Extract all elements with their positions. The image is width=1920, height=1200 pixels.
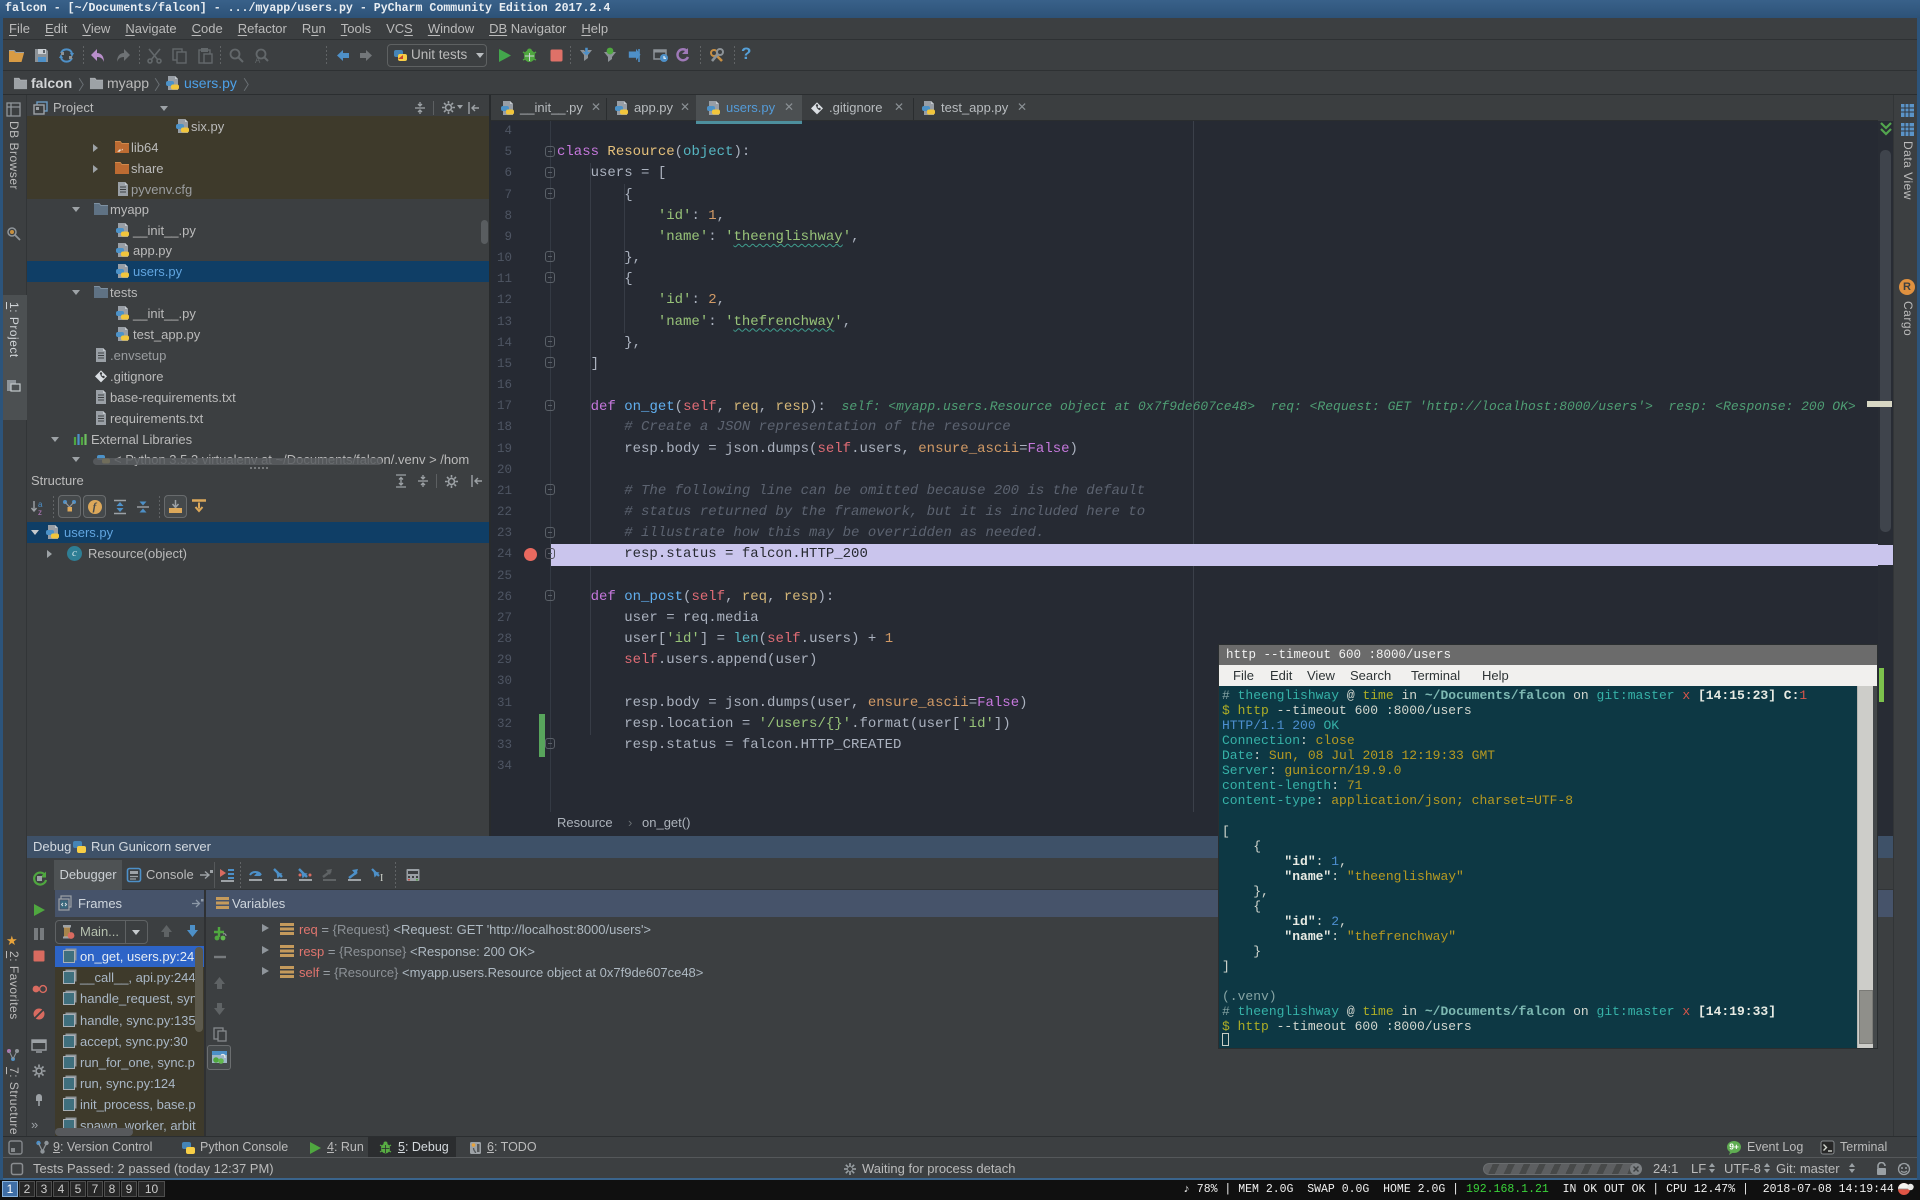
svg-text:9+: 9+: [1729, 1142, 1739, 1152]
svg-text:A: A: [255, 56, 261, 64]
svg-text:z: z: [38, 508, 42, 516]
svg-text:I: I: [380, 873, 383, 883]
